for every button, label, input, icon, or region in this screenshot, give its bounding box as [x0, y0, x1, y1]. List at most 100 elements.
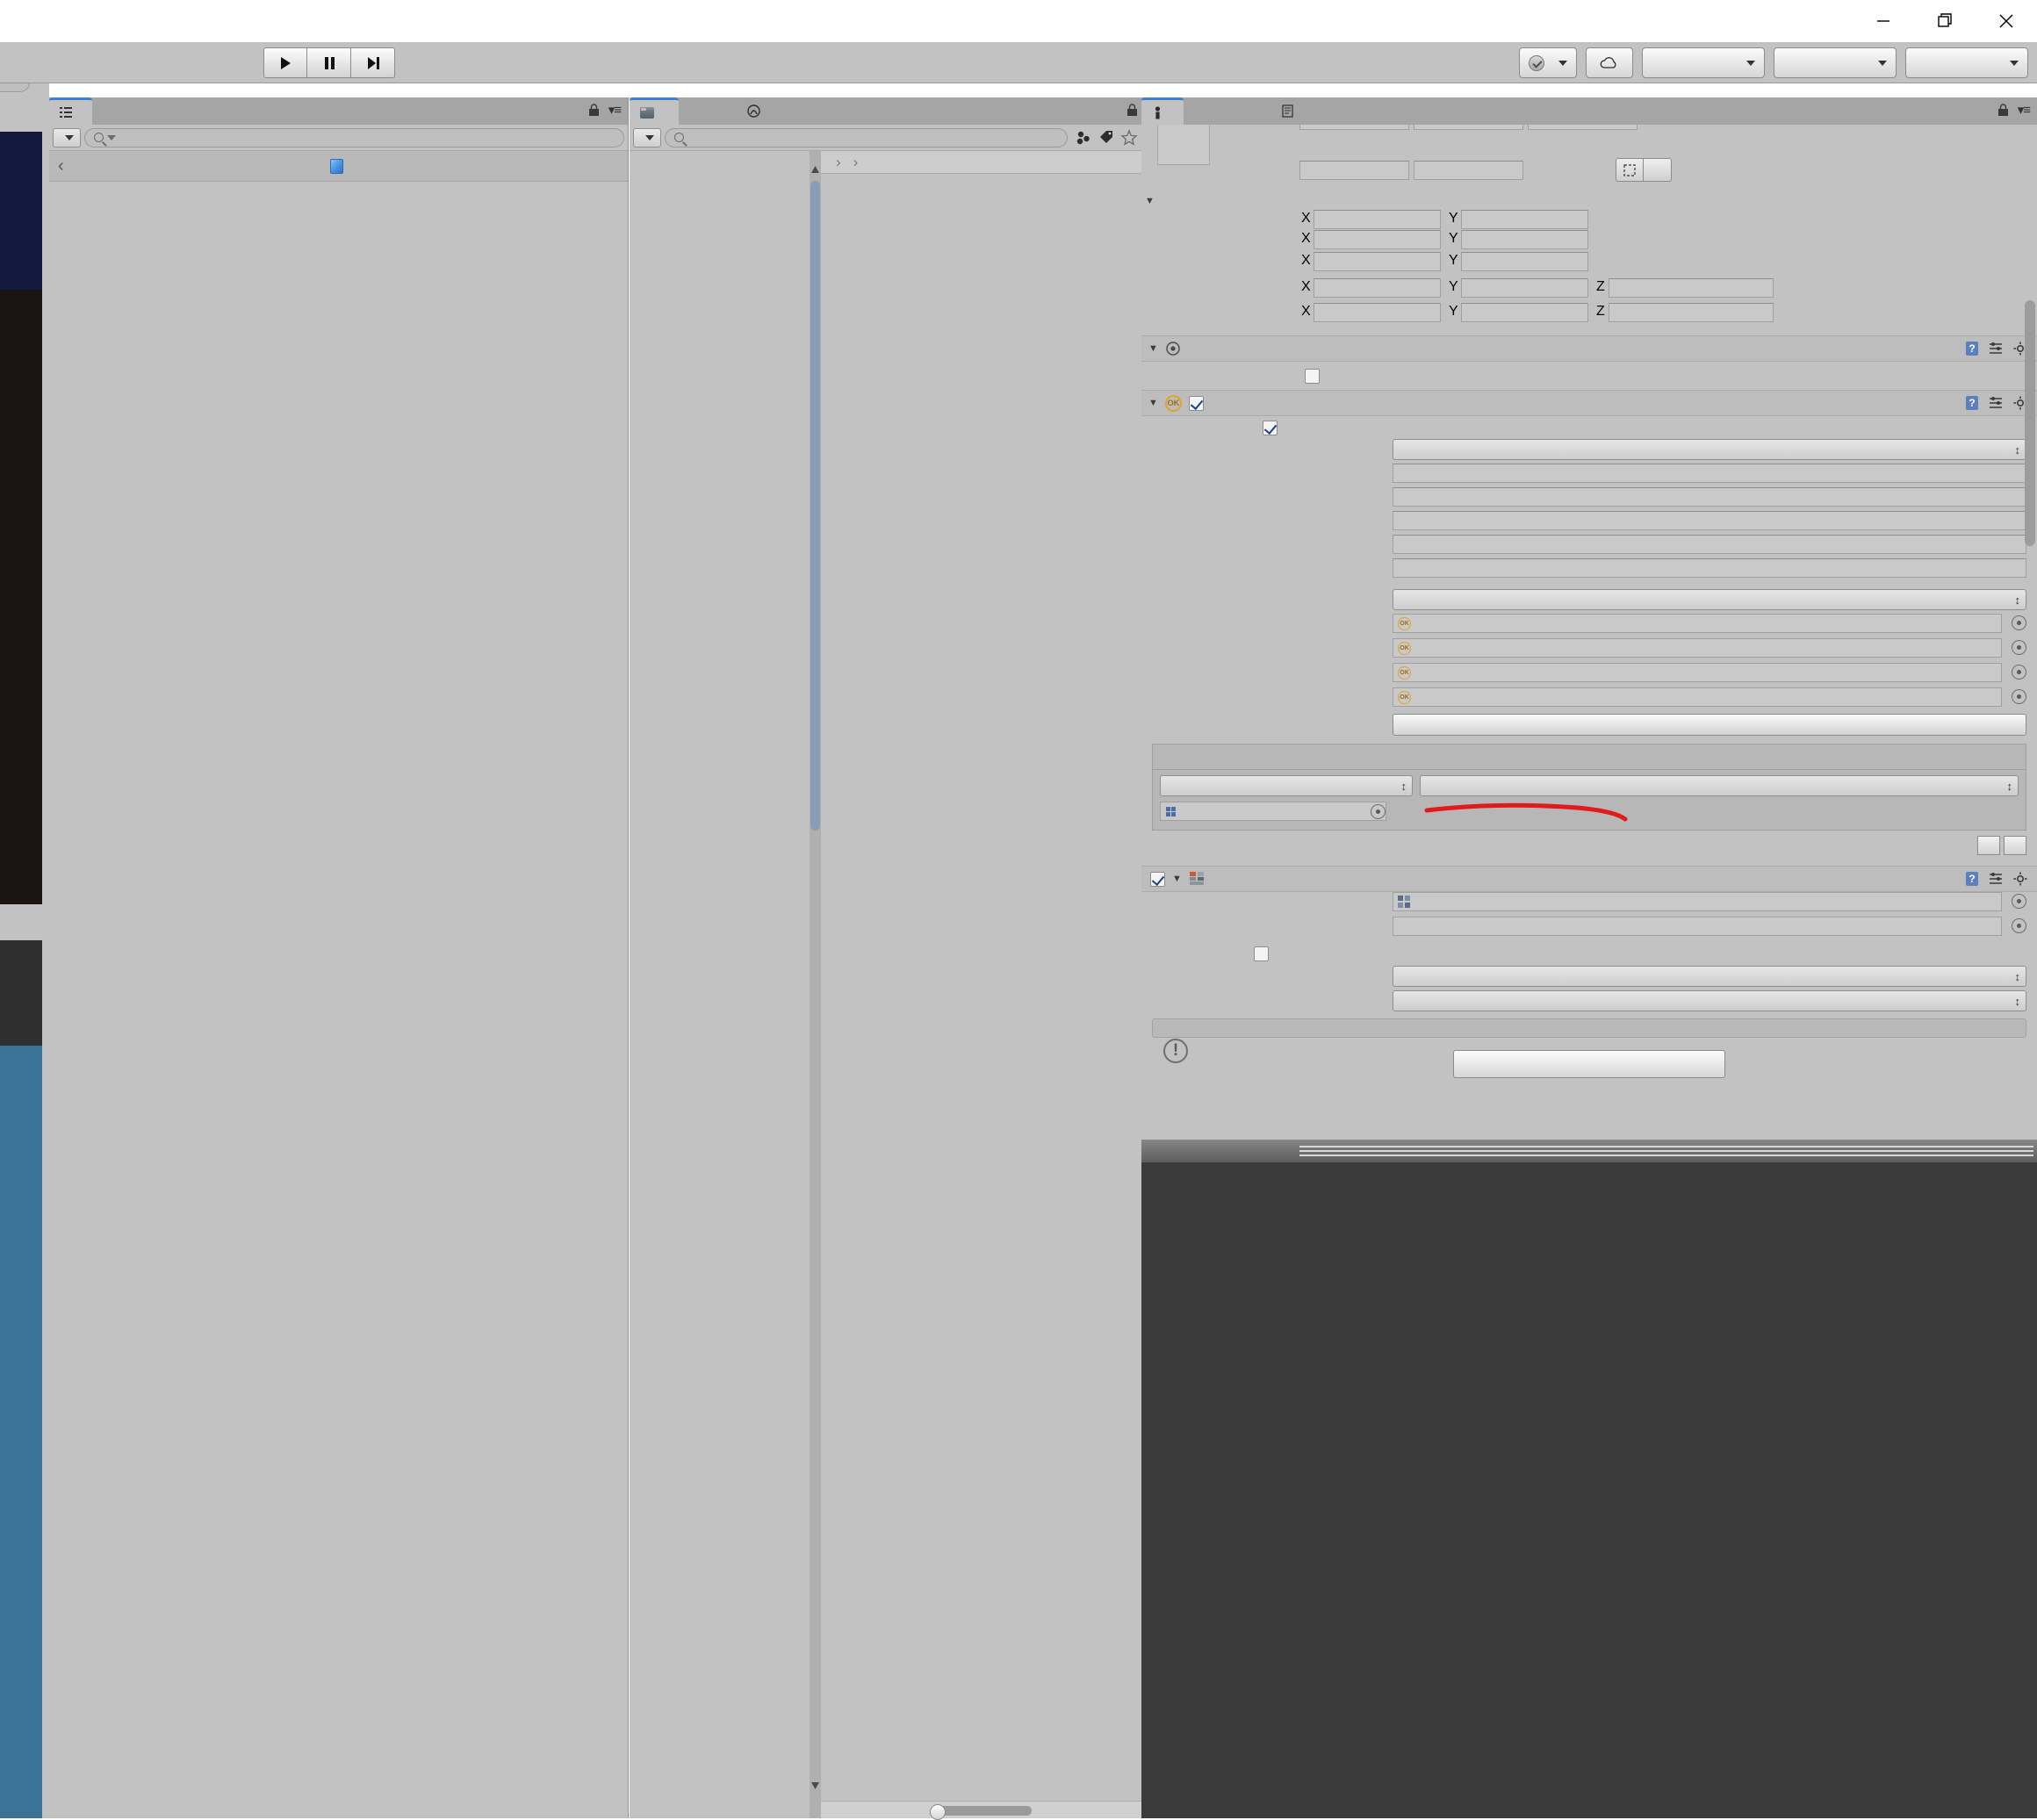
minimize-icon[interactable] [1853, 0, 1914, 42]
tab-console[interactable] [1271, 97, 1314, 125]
remove-listener-button[interactable] [2004, 836, 2026, 855]
animator-enabled-checkbox[interactable] [1150, 871, 1165, 887]
inspector-menu-icon[interactable]: ▾≡ [2018, 102, 2031, 118]
normal-trigger-input[interactable] [1393, 464, 2026, 483]
avatar-objectfield[interactable] [1393, 917, 2002, 936]
object-picker-icon[interactable] [1371, 803, 1386, 819]
anchors-foldout[interactable]: ▼ [1141, 188, 2037, 210]
lock-icon[interactable] [1997, 103, 2009, 117]
project-tree-scrollbar[interactable] [810, 151, 821, 1818]
project-horizontal-scrollbar[interactable] [821, 1801, 1166, 1820]
tab-hierarchy[interactable] [49, 97, 92, 125]
apply-root-motion-checkbox[interactable] [1254, 946, 1269, 961]
help-icon[interactable]: ? [1965, 341, 1979, 356]
select-on-right-objectfield[interactable]: OK [1393, 687, 2002, 707]
canvas-renderer-header[interactable]: ▼ ? [1141, 335, 2037, 362]
hierarchy-menu-icon[interactable]: ▾≡ [608, 102, 622, 118]
controller-objectfield[interactable] [1393, 892, 2002, 911]
scale-x-input[interactable] [1314, 303, 1441, 322]
filter-label-icon[interactable] [1098, 129, 1115, 147]
posx-field-clipped[interactable] [1299, 125, 1409, 130]
update-mode-dropdown[interactable] [1393, 966, 2026, 987]
lock-icon[interactable] [1126, 103, 1138, 117]
culling-mode-dropdown[interactable] [1393, 990, 2026, 1011]
object-picker-icon[interactable] [2012, 894, 2026, 909]
project-create-button[interactable] [633, 127, 661, 147]
select-on-up-objectfield[interactable]: OK [1393, 614, 2002, 633]
onclick-function-dropdown[interactable] [1420, 775, 2019, 796]
object-picker-icon[interactable] [2012, 665, 2026, 680]
layout-dropdown[interactable] [1905, 47, 2028, 78]
help-icon[interactable]: ? [1965, 395, 1979, 411]
preset-icon[interactable] [1988, 871, 2004, 887]
maximize-icon[interactable] [1914, 0, 1976, 42]
scale-y-input[interactable] [1461, 303, 1588, 322]
scroll-down-arrow-icon[interactable] [811, 1778, 819, 1794]
game-view-render[interactable] [0, 1046, 42, 1818]
step-button[interactable] [351, 47, 395, 78]
pause-button[interactable] [307, 47, 351, 78]
posy-field-clipped[interactable] [1414, 125, 1523, 130]
preset-icon[interactable] [1988, 395, 2004, 411]
anchor-max-y-input[interactable] [1461, 230, 1588, 249]
close-icon[interactable] [1976, 0, 2037, 42]
hierarchy-create-button[interactable] [53, 127, 81, 147]
rotation-z-input[interactable] [1609, 278, 1774, 298]
interactable-checkbox[interactable] [1263, 420, 1278, 435]
scroll-up-arrow-icon[interactable] [811, 162, 819, 177]
inspector-scrollbar[interactable] [2025, 177, 2035, 564]
project-contents-pane[interactable]: › › [821, 151, 1166, 1820]
object-picker-icon[interactable] [2012, 918, 2026, 933]
project-search-input[interactable] [665, 127, 1068, 147]
lock-icon[interactable] [588, 103, 600, 117]
scrollbar-thumb[interactable] [810, 181, 820, 831]
gear-icon[interactable] [2012, 871, 2028, 887]
select-on-down-objectfield[interactable]: OK [1393, 638, 2002, 658]
preset-icon[interactable] [1988, 341, 2004, 356]
tab-inspector[interactable] [1141, 97, 1184, 125]
object-picker-icon[interactable] [2012, 689, 2026, 704]
height-input[interactable] [1414, 161, 1523, 180]
layers-dropdown[interactable] [1774, 47, 1897, 78]
anchor-min-x-input[interactable] [1314, 210, 1441, 229]
object-picker-icon[interactable] [2012, 615, 2026, 630]
account-dropdown[interactable] [1642, 47, 1765, 78]
project-folder-tree[interactable] [630, 151, 810, 1818]
object-picker-icon[interactable] [2012, 640, 2026, 655]
anchor-min-y-input[interactable] [1461, 210, 1588, 229]
animator-header[interactable]: ▼ ? [1141, 866, 2037, 892]
scrollbar-thumb[interactable] [930, 1804, 1032, 1820]
scene-view-render[interactable] [0, 132, 42, 290]
onclick-object-field[interactable] [1160, 802, 1386, 821]
pivot-x-input[interactable] [1314, 252, 1441, 271]
hierarchy-search-input[interactable] [84, 127, 624, 147]
collab-button[interactable] [1519, 47, 1577, 78]
anchor-max-x-input[interactable] [1314, 230, 1441, 249]
game-view-render-top[interactable] [0, 940, 42, 1046]
cull-transparent-mesh-checkbox[interactable] [1305, 368, 1320, 384]
button-script-enabled-checkbox[interactable] [1188, 395, 1204, 411]
pressed-trigger-input[interactable] [1393, 511, 2026, 530]
hierarchy-tree[interactable] [49, 182, 628, 1818]
cloud-button[interactable] [1586, 47, 1633, 78]
add-component-button[interactable] [1453, 1050, 1725, 1078]
blueprint-icon[interactable] [1616, 158, 1644, 182]
scale-z-input[interactable] [1609, 303, 1774, 322]
pivot-y-input[interactable] [1461, 252, 1588, 271]
add-listener-button[interactable] [1977, 836, 2000, 855]
selected-trigger-input[interactable] [1393, 535, 2026, 554]
transition-dropdown[interactable] [1393, 439, 2026, 460]
disabled-trigger-input[interactable] [1393, 558, 2026, 578]
navigation-dropdown[interactable] [1393, 589, 2026, 610]
rotation-x-input[interactable] [1314, 278, 1441, 298]
visualize-button[interactable] [1393, 714, 2026, 736]
rotation-y-input[interactable] [1461, 278, 1588, 298]
back-chevron-icon[interactable]: ‹ [58, 156, 64, 176]
width-input[interactable] [1299, 161, 1409, 180]
filter-type-icon[interactable] [1075, 129, 1092, 147]
highlighted-trigger-input[interactable] [1393, 487, 2026, 507]
favorite-star-icon[interactable] [1120, 128, 1138, 147]
button-script-header[interactable]: ▼ OK ? [1141, 390, 2037, 416]
tab-project[interactable] [630, 97, 679, 125]
play-button[interactable] [263, 47, 307, 78]
